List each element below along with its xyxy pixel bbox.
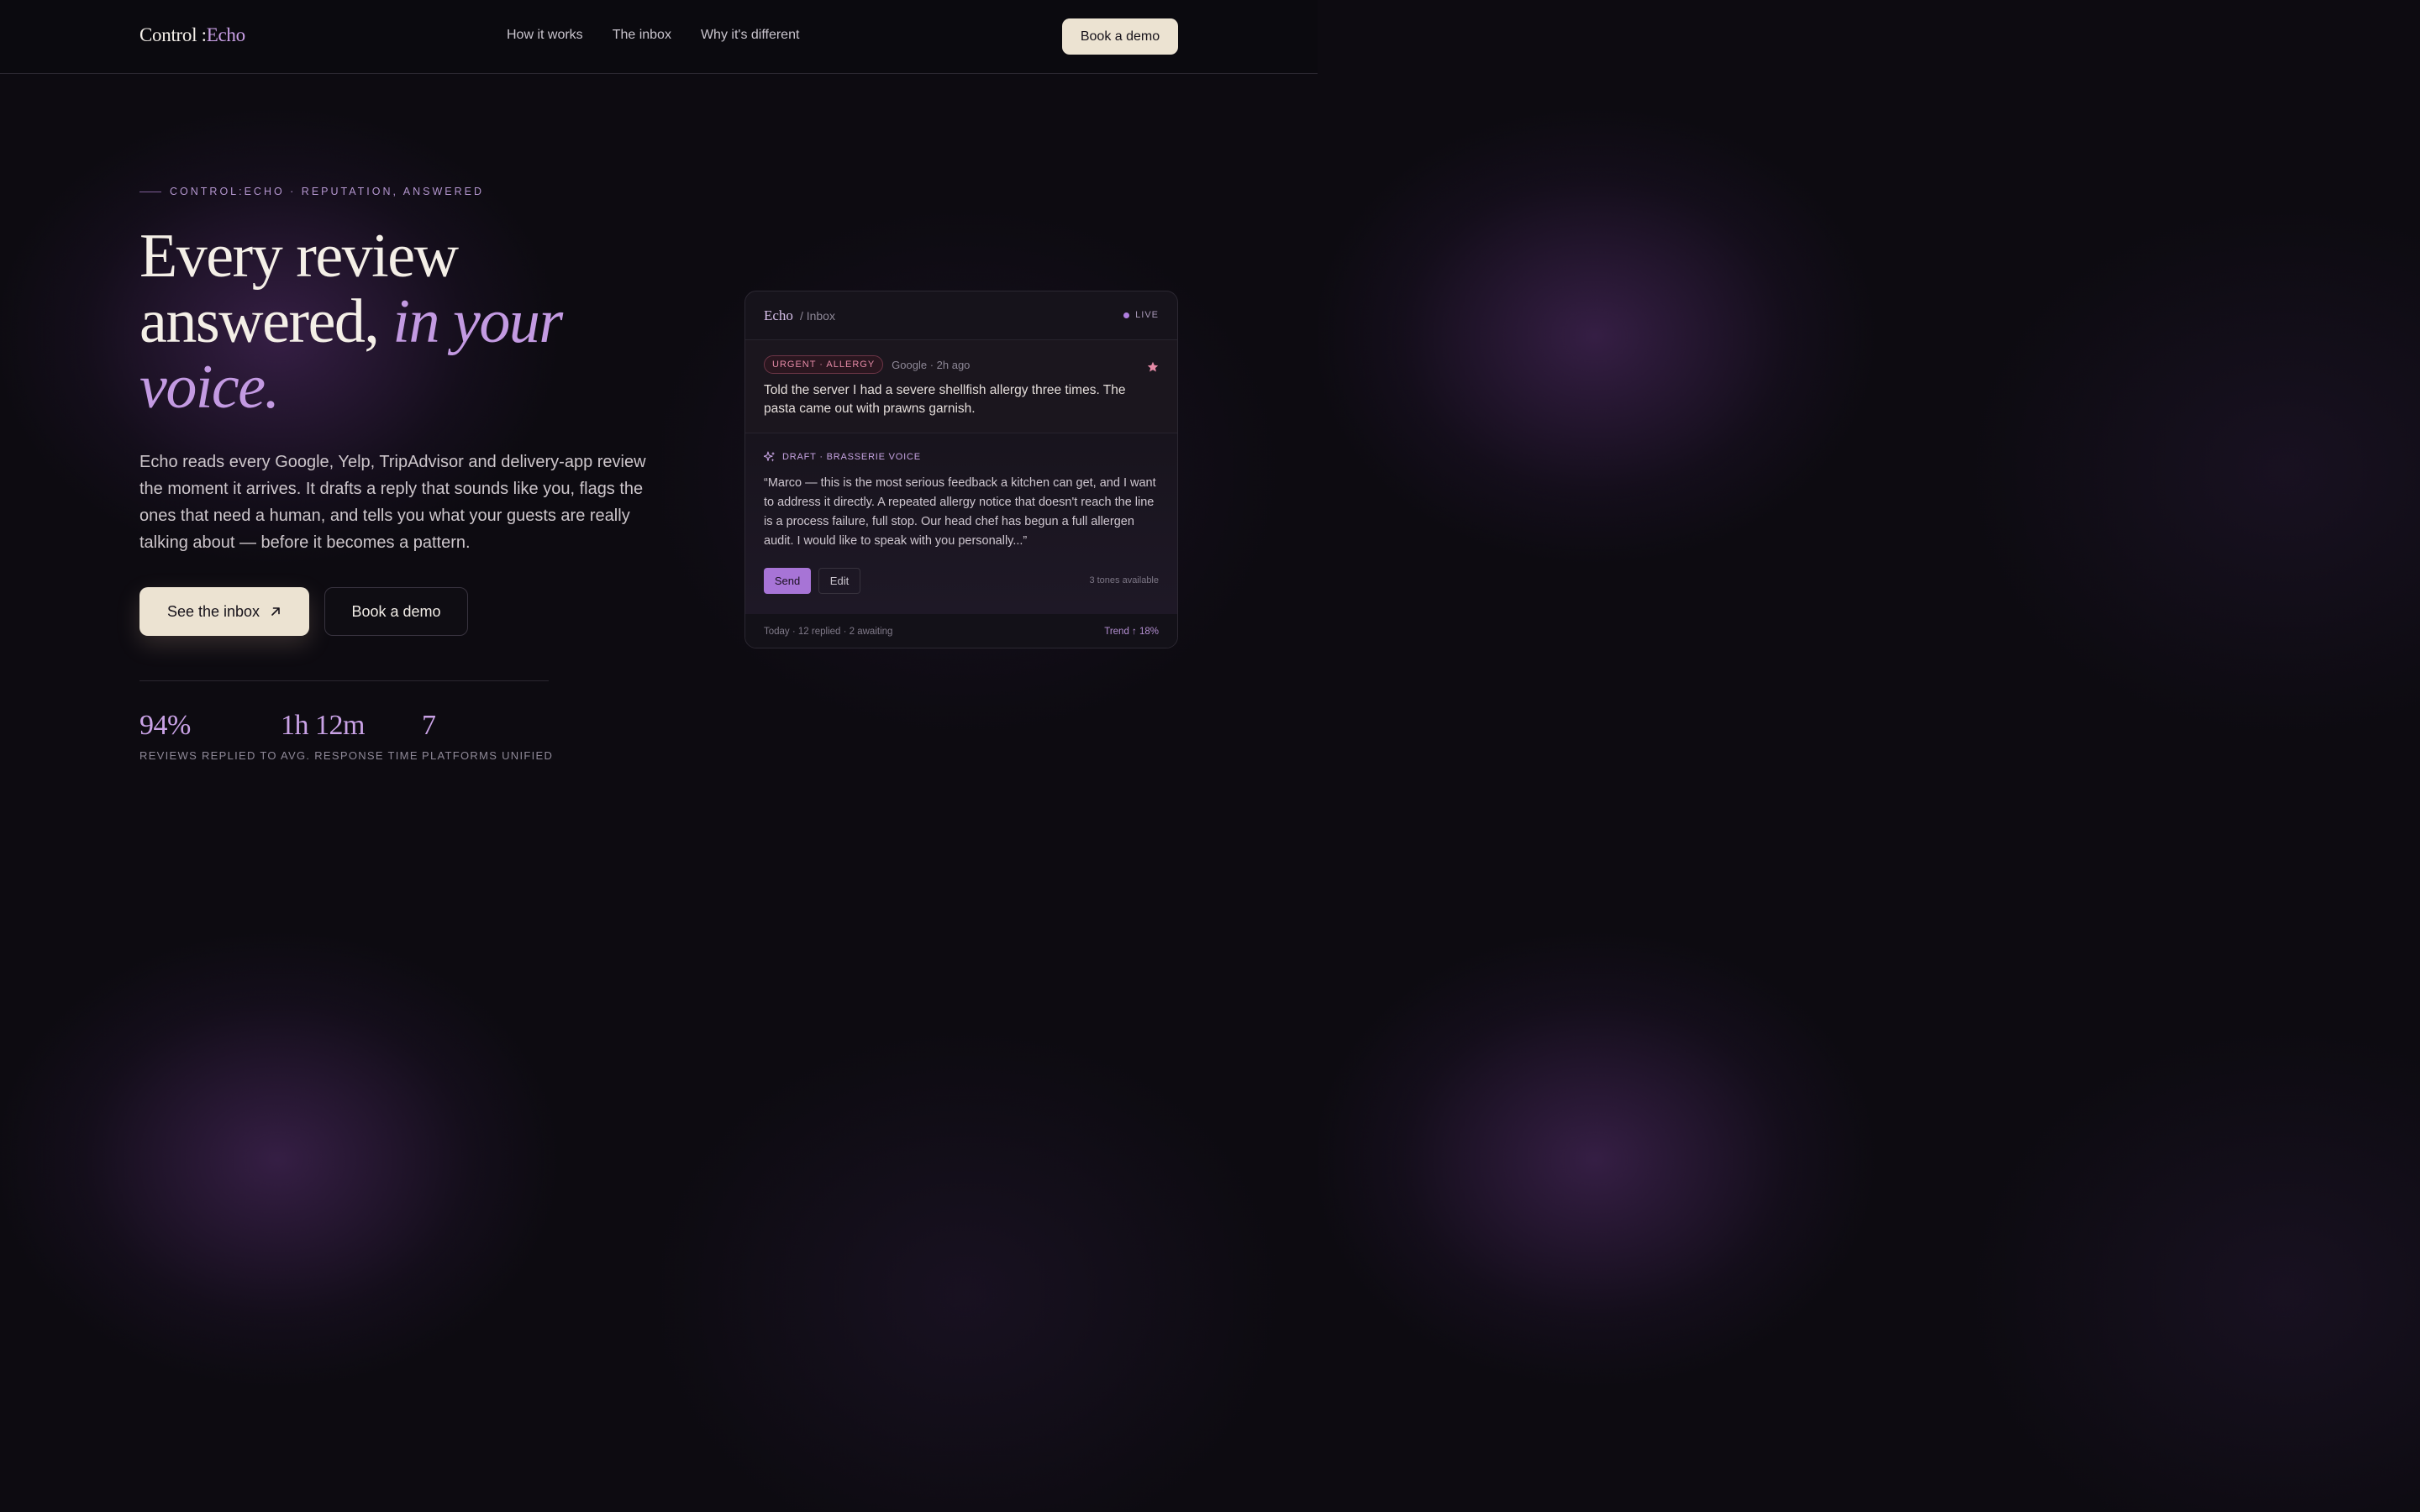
nav-link-why-different[interactable]: Why it's different <box>701 28 799 43</box>
inbox-header: Echo / Inbox LIVE <box>745 291 1177 340</box>
logo[interactable]: Control :Echo <box>139 24 245 46</box>
hero-eyebrow: CONTROL:ECHO · REPUTATION, ANSWERED <box>139 186 484 197</box>
review-source: Google · 2h ago <box>892 358 971 371</box>
nav-links: How it works The inbox Why it's differen… <box>507 28 799 43</box>
hero-headline: Every review answered, in your voice. <box>139 223 677 420</box>
urgent-tag: URGENT · ALLERGY <box>764 355 884 374</box>
live-dot-icon <box>1123 312 1130 318</box>
star-icon[interactable] <box>1147 361 1159 373</box>
draft-label: DRAFT · BRASSERIE VOICE <box>782 452 921 462</box>
stat-label: AVG. RESPONSE TIME <box>281 749 418 762</box>
headline-line-1: Every review <box>139 222 459 291</box>
send-button[interactable]: Send <box>764 568 811 594</box>
logo-accent: Echo <box>206 24 245 45</box>
stat-response-time: 1h 12m AVG. RESPONSE TIME <box>281 710 418 762</box>
logo-main: Control : <box>139 24 207 45</box>
headline-emphasis-1: in your <box>392 287 563 356</box>
live-status: LIVE <box>1123 310 1159 320</box>
stat-label: PLATFORMS UNIFIED <box>422 749 554 762</box>
see-inbox-button[interactable]: See the inbox <box>139 587 309 636</box>
headline-line-2: answered, <box>139 287 380 356</box>
see-inbox-label: See the inbox <box>166 602 260 620</box>
stat-replied: 94% REVIEWS REPLIED TO <box>139 710 277 762</box>
trend-indicator: Trend ↑ 18% <box>1104 627 1159 637</box>
inbox-card: Echo / Inbox LIVE URGENT · ALLERGY Googl… <box>744 291 1178 648</box>
review-text: Told the server I had a severe shellfish… <box>764 383 1126 416</box>
hero-book-demo-button[interactable]: Book a demo <box>324 587 468 636</box>
stat-value: 7 <box>422 710 436 741</box>
draft-actions: Send Edit <box>764 568 860 594</box>
draft-text: “Marco — this is the most serious feedba… <box>764 476 1156 548</box>
inbox-summary: Today · 12 replied · 2 awaiting <box>764 627 893 637</box>
stat-value: 94% <box>139 710 191 741</box>
headline-emphasis-2: voice. <box>139 353 280 422</box>
eyebrow-text: CONTROL:ECHO · REPUTATION, ANSWERED <box>170 186 485 197</box>
draft-header: DRAFT · BRASSERIE VOICE <box>764 451 1159 463</box>
stats-divider <box>139 680 549 681</box>
tones-available[interactable]: 3 tones available <box>1089 575 1159 585</box>
review-item[interactable]: URGENT · ALLERGY Google · 2h ago Told th… <box>745 340 1177 433</box>
stat-value: 1h 12m <box>281 710 365 741</box>
inbox-breadcrumb: / Inbox <box>799 308 835 323</box>
stat-platforms: 7 PLATFORMS UNIFIED <box>422 710 553 762</box>
review-meta: URGENT · ALLERGY Google · 2h ago <box>764 355 1159 374</box>
nav-link-the-inbox[interactable]: The inbox <box>613 28 671 43</box>
stat-label: REVIEWS REPLIED TO <box>139 749 277 762</box>
nav-book-demo-button[interactable]: Book a demo <box>1062 18 1178 55</box>
draft-reply: DRAFT · BRASSERIE VOICE “Marco — this is… <box>745 433 1177 614</box>
top-nav: Control :Echo How it works The inbox Why… <box>0 0 1318 74</box>
inbox-brand: Echo <box>764 307 793 323</box>
sparkle-icon <box>764 451 776 462</box>
live-label: LIVE <box>1135 310 1159 320</box>
edit-button[interactable]: Edit <box>818 568 860 594</box>
hero-lead: Echo reads every Google, Yelp, TripAdvis… <box>139 453 646 552</box>
nav-link-how-it-works[interactable]: How it works <box>507 28 583 43</box>
inbox-footer: Today · 12 replied · 2 awaiting Trend ↑ … <box>745 614 1177 648</box>
arrow-up-right-icon <box>271 607 280 616</box>
